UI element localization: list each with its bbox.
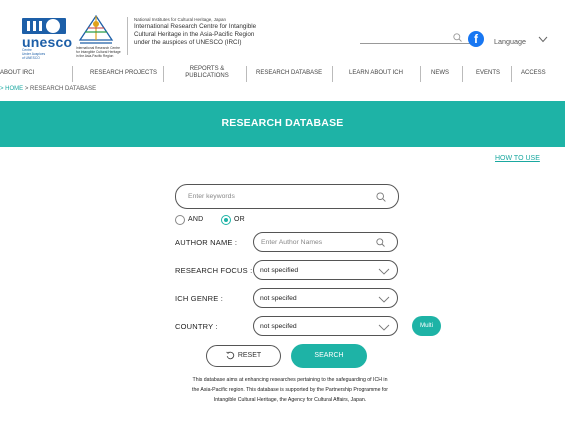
and-label: AND	[188, 216, 204, 223]
ich-genre-value: not specifed	[260, 295, 297, 302]
ich-genre-select[interactable]: not specifed	[253, 288, 398, 308]
header-divider	[127, 17, 128, 55]
nav-divider	[420, 66, 421, 82]
facebook-icon[interactable]: f	[468, 31, 484, 47]
irci-sub-3: in the Asia-Pacific Region	[76, 53, 114, 58]
nav-reports-publications[interactable]: REPORTS & PUBLICATIONS	[172, 66, 242, 80]
search-icon[interactable]	[453, 33, 462, 42]
nav-divider	[462, 66, 463, 82]
unesco-temple-icon	[22, 18, 66, 34]
page-title: RESEARCH DATABASE	[221, 117, 344, 129]
and-radio[interactable]	[175, 215, 185, 225]
site-search-input[interactable]	[360, 43, 480, 44]
country-value: not specifed	[260, 323, 297, 330]
nav-about-irci[interactable]: ABOUT IRCI	[0, 70, 34, 76]
country-select[interactable]: not specifed	[253, 316, 398, 336]
keywords-placeholder: Enter keywords	[188, 193, 235, 200]
nav-divider	[511, 66, 512, 82]
language-selector[interactable]: Language	[494, 37, 526, 46]
breadcrumb-home[interactable]: HOME	[5, 86, 23, 92]
breadcrumb-current: RESEARCH DATABASE	[30, 86, 97, 92]
or-radio[interactable]	[221, 215, 231, 225]
how-to-use-link[interactable]: HOW TO USE	[495, 155, 540, 162]
chevron-down-icon	[378, 324, 390, 331]
unesco-wordmark: unesco	[22, 34, 73, 50]
nav-research-database[interactable]: RESEARCH DATABASE	[256, 70, 322, 76]
research-focus-value: not specified	[260, 267, 299, 274]
multi-select-button[interactable]: Multi	[412, 316, 441, 336]
unesco-logo[interactable]: unesco Centre Under Auspices of UNESCO	[22, 18, 73, 59]
ich-genre-label: ICH GENRE :	[175, 294, 224, 303]
nav-research-projects[interactable]: RESEARCH PROJECTS	[90, 70, 157, 76]
nav-access[interactable]: ACCESS	[521, 70, 546, 76]
unesco-sub-3: of UNESCO	[22, 55, 40, 60]
author-name-input[interactable]: Enter Author Names	[253, 232, 398, 252]
nav-divider	[246, 66, 247, 82]
irci-subtitle: International Research Centre for Intang…	[76, 46, 126, 58]
or-label: OR	[234, 216, 245, 223]
research-focus-select[interactable]: not specified	[253, 260, 398, 280]
search-icon	[376, 238, 385, 247]
nav-divider	[163, 66, 164, 82]
nav-learn-about-ich[interactable]: LEARN ABOUT ICH	[349, 70, 403, 76]
nav-divider	[332, 66, 333, 82]
site-title-line-2: Cultural Heritage in the Asia-Pacific Re…	[134, 31, 255, 38]
search-icon	[376, 192, 386, 202]
country-label: COUNTRY :	[175, 322, 218, 331]
nav-divider	[72, 66, 73, 82]
chevron-down-icon	[378, 268, 390, 275]
reset-icon	[226, 351, 235, 360]
nav-reports-line-2: PUBLICATIONS	[185, 73, 229, 79]
nav-reports-line-1: REPORTS &	[189, 66, 225, 72]
author-name-label: AUTHOR NAME :	[175, 238, 238, 247]
breadcrumb-separator: >	[23, 86, 31, 92]
chevron-down-icon[interactable]	[538, 36, 548, 43]
research-focus-label: RESEARCH FOCUS :	[175, 266, 253, 275]
reset-button[interactable]: RESET	[206, 345, 281, 367]
keywords-input[interactable]: Enter keywords	[175, 184, 399, 209]
search-button[interactable]: SEARCH	[291, 344, 367, 368]
site-title-line-1: International Research Centre for Intang…	[134, 23, 257, 30]
site-title-line-3: under the auspices of UNESCO (IRCI)	[134, 39, 242, 46]
site-title[interactable]: National Institutes for Cultural Heritag…	[134, 17, 294, 47]
nav-news[interactable]: NEWS	[431, 70, 449, 76]
nav-events[interactable]: EVENTS	[476, 70, 500, 76]
database-description: This database aims at enhancing research…	[192, 377, 388, 403]
chevron-down-icon	[378, 296, 390, 303]
author-placeholder: Enter Author Names	[261, 239, 323, 246]
breadcrumb: > HOME > RESEARCH DATABASE	[0, 86, 96, 92]
reset-label: RESET	[237, 352, 262, 359]
